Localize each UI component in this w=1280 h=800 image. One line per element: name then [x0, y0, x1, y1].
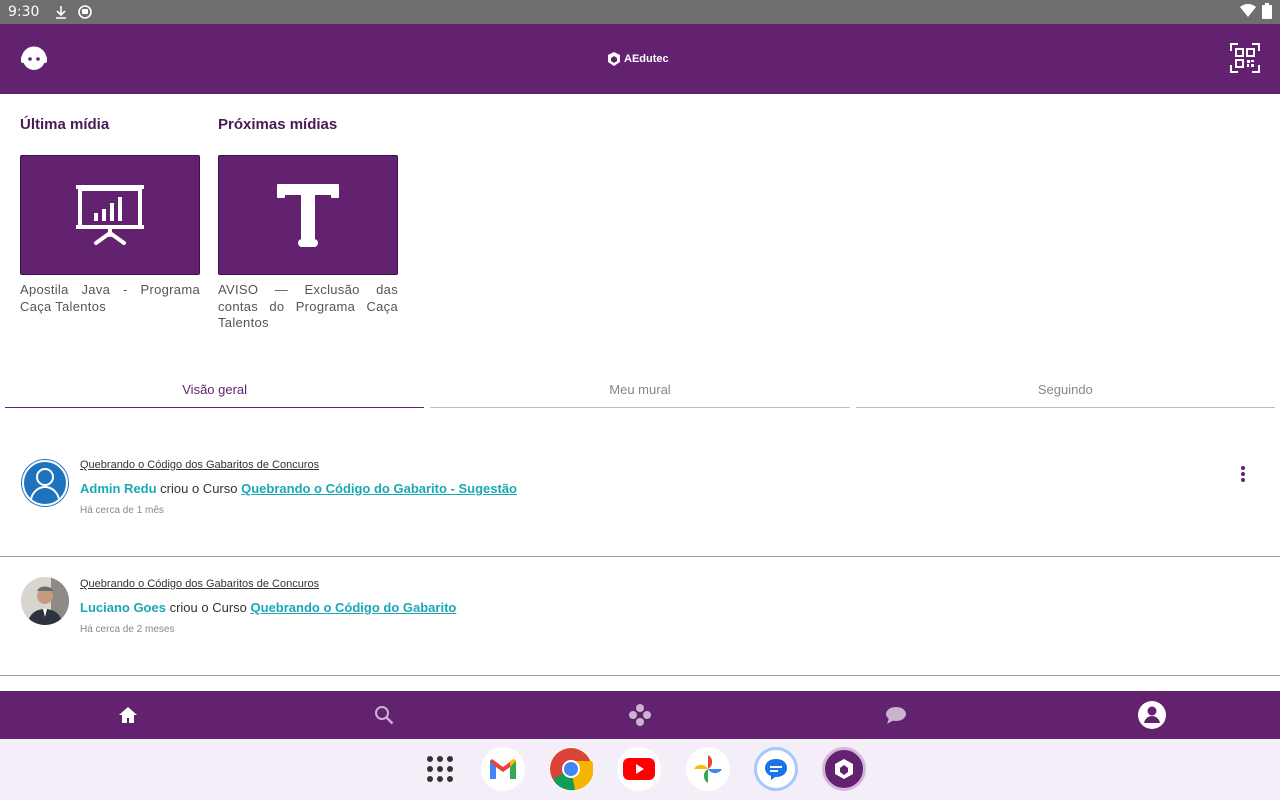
download-icon [53, 4, 69, 20]
wifi-icon [1240, 3, 1256, 21]
support-agent-icon[interactable] [18, 44, 50, 74]
last-media-title: Última mídia [20, 116, 110, 133]
app-logo: AEdutec [608, 52, 669, 66]
games-icon [629, 704, 651, 726]
gmail-icon[interactable] [481, 747, 525, 791]
app-status-icon [77, 4, 93, 20]
chat-icon [886, 707, 906, 724]
tab-overview[interactable]: Visão geral [5, 372, 425, 408]
list-item: Quebrando o Código dos Gabaritos de Conc… [0, 556, 1280, 676]
more-options-button[interactable] [1236, 463, 1250, 485]
feed-timestamp: Há cerca de 2 meses [80, 624, 175, 635]
youtube-icon[interactable] [617, 747, 661, 791]
qr-code-icon[interactable] [1230, 43, 1260, 73]
default-user-avatar-icon [22, 460, 68, 506]
kebab-dot [1241, 472, 1245, 476]
status-bar: 9:30 [0, 0, 1280, 24]
nav-chat[interactable] [768, 691, 1024, 739]
next-media-caption[interactable]: AVISO — Exclusão das contas do Programa … [218, 282, 398, 332]
battery-icon [1262, 2, 1272, 22]
bottom-navigation [0, 691, 1280, 739]
logo-mark-icon [608, 52, 620, 66]
feed-activity: Admin Redu criou o Curso Quebrando o Cód… [80, 481, 517, 496]
photos-icon[interactable] [686, 747, 730, 791]
feed-activity: Luciano Goes criou o Curso Quebrando o C… [80, 600, 456, 615]
aedutec-icon[interactable] [822, 747, 866, 791]
kebab-dot [1241, 466, 1245, 470]
search-icon [375, 706, 394, 725]
tab-my-wall[interactable]: Meu mural [430, 372, 850, 408]
photo-avatar-icon [21, 577, 69, 625]
feed-timestamp: Há cerca de 1 mês [80, 505, 164, 516]
feed-course-link[interactable]: Quebrando o Código do Gabarito - Sugestã… [241, 481, 517, 496]
logo-text: AEdutec [624, 53, 669, 65]
avatar[interactable] [21, 577, 69, 625]
feed-tabs: Visão geral Meu mural Seguindo [5, 372, 1275, 408]
nav-profile[interactable] [1024, 691, 1280, 739]
apps-grid-icon[interactable] [418, 747, 462, 791]
feed-action-text: criou o Curso [156, 481, 242, 496]
feed-group-link[interactable]: Quebrando o Código dos Gabaritos de Conc… [80, 578, 319, 590]
avatar[interactable] [21, 459, 69, 507]
nav-games[interactable] [512, 691, 768, 739]
feed-group-link[interactable]: Quebrando o Código dos Gabaritos de Conc… [80, 459, 319, 471]
list-item: Quebrando o Código dos Gabaritos de Conc… [0, 437, 1280, 557]
profile-icon [1138, 701, 1166, 729]
feed-user-link[interactable]: Luciano Goes [80, 600, 166, 615]
last-media-card[interactable] [20, 155, 200, 275]
feed-user-link[interactable]: Admin Redu [80, 481, 157, 496]
app-bar: AEdutec [0, 24, 1280, 94]
nav-home[interactable] [0, 691, 256, 739]
messages-icon[interactable] [754, 747, 798, 791]
next-media-title: Próximas mídias [218, 116, 338, 133]
presentation-chart-icon [76, 185, 144, 245]
home-icon [119, 707, 137, 723]
last-media-caption[interactable]: Apostila Java - Programa Caça Talentos [20, 282, 200, 315]
next-media-card[interactable] [218, 155, 398, 275]
feed-course-link[interactable]: Quebrando o Código do Gabarito [251, 600, 457, 615]
tab-following[interactable]: Seguindo [855, 372, 1275, 408]
nav-search[interactable] [256, 691, 512, 739]
kebab-dot [1241, 478, 1245, 482]
status-time: 9:30 [8, 4, 40, 20]
text-t-icon [277, 184, 339, 247]
app-dock [0, 739, 1280, 800]
chrome-icon[interactable] [549, 747, 593, 791]
feed-action-text: criou o Curso [165, 600, 251, 615]
